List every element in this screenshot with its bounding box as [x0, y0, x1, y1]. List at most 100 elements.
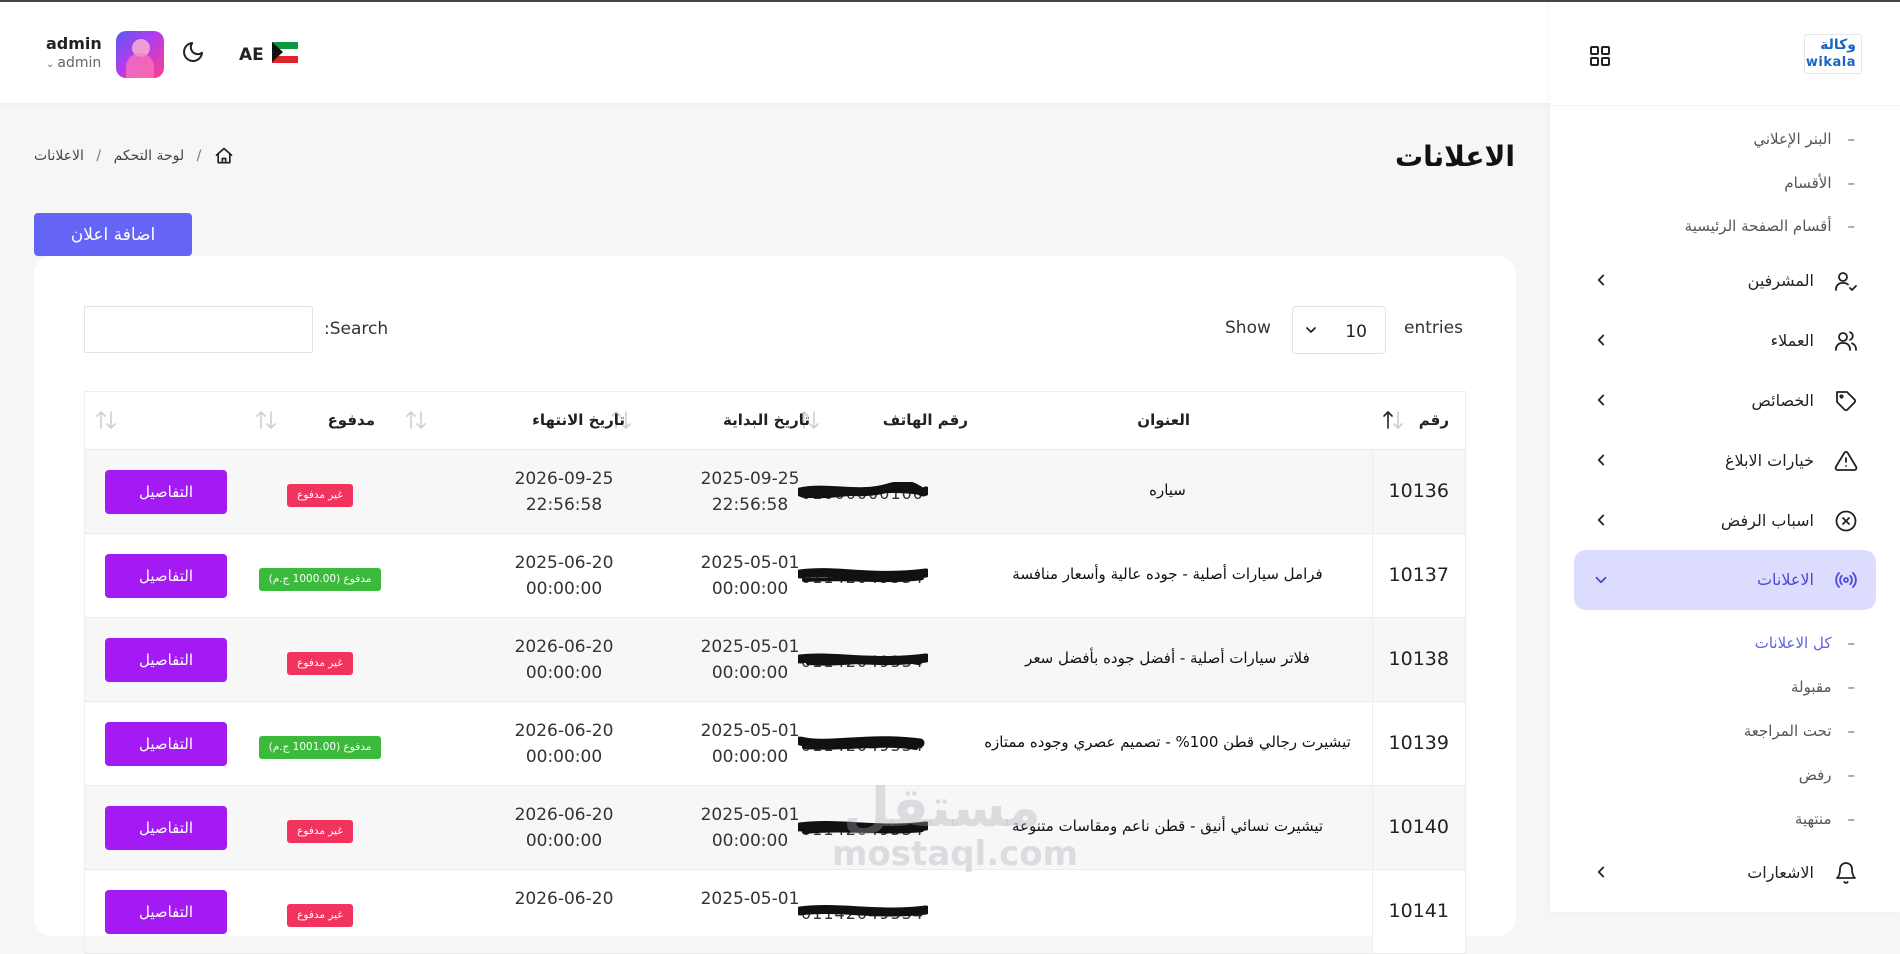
- column-header-paid[interactable]: مدفوع: [255, 392, 375, 450]
- ads-table: رقم العنوان رقم الهاتف تاريخ البداية تار…: [84, 391, 1466, 954]
- sidebar-sub-item-banner[interactable]: –البنر الإعلاني: [1753, 130, 1855, 148]
- sidebar-sub-item-rejected[interactable]: –رفض: [1799, 766, 1855, 784]
- breadcrumb-current: الاعلانات: [34, 148, 84, 164]
- sidebar-sub-item-all-ads[interactable]: –كل الاعلانات: [1755, 634, 1855, 652]
- sidebar-item-customers[interactable]: العملاء: [1574, 317, 1876, 365]
- sidebar-item-ads[interactable]: الاعلانات: [1574, 550, 1876, 610]
- breadcrumb: / لوحة التحكم / الاعلانات: [34, 146, 234, 168]
- alert-triangle-icon: [1834, 451, 1858, 471]
- status-badge: غير مدفوع: [287, 652, 353, 675]
- cell-title: فرامل سيارات أصلية - جوده عالية وأسعار م…: [1012, 565, 1323, 583]
- cell-end-date: 2025-06-20 00:00:00: [514, 553, 614, 599]
- logo[interactable]: وكالة wikala: [1804, 34, 1862, 74]
- chevron-left-icon: [1597, 274, 1605, 286]
- sidebar-sub-item-accepted[interactable]: –مقبولة: [1791, 678, 1855, 696]
- sort-icon: [1383, 411, 1403, 429]
- home-icon[interactable]: [214, 146, 234, 166]
- sidebar-item-attributes[interactable]: الخصائص: [1574, 377, 1876, 425]
- status-badge: غير مدفوع: [287, 904, 353, 927]
- cell-end-date: 2026-06-20 00:00:00: [514, 805, 614, 851]
- cell-title: تيشيرت رجالي قطن 100% - تصميم عصري وجوده…: [984, 733, 1351, 751]
- entries-select[interactable]: 10: [1292, 306, 1386, 354]
- cell-start-date: 2025-05-01 00:00:00: [700, 721, 800, 767]
- cell-start-date: 2025-05-01: [700, 889, 800, 909]
- chevron-down-icon: [1306, 327, 1316, 333]
- cell-start-date: 2025-05-01 00:00:00: [700, 637, 800, 683]
- column-header-start-date[interactable]: تاريخ البداية: [610, 392, 810, 450]
- details-button[interactable]: التفاصيل: [105, 554, 227, 598]
- details-button[interactable]: التفاصيل: [105, 470, 227, 514]
- moon-icon[interactable]: [181, 40, 205, 64]
- sort-icon[interactable]: [95, 408, 117, 432]
- bell-icon: [1836, 862, 1856, 884]
- cell-id: 10140: [1372, 786, 1465, 869]
- entries-label: entries: [1404, 318, 1463, 338]
- cell-end-date: 2026-06-20: [514, 889, 614, 909]
- x-circle-icon: [1835, 510, 1857, 532]
- details-button[interactable]: التفاصيل: [105, 722, 227, 766]
- status-badge: غير مدفوع: [287, 820, 353, 843]
- details-button[interactable]: التفاصيل: [105, 806, 227, 850]
- column-header-title[interactable]: العنوان: [965, 392, 1370, 450]
- cell-end-date: 2026-09-25 22:56:58: [514, 469, 614, 515]
- tag-icon: [1836, 391, 1857, 412]
- chevron-down-icon: [1595, 576, 1607, 584]
- sidebar-sub-item-home-sections[interactable]: –أقسام الصفحة الرئيسية: [1685, 217, 1855, 235]
- sidebar-sub-item-categories[interactable]: –الأقسام: [1784, 174, 1855, 192]
- breadcrumb-separator: /: [96, 148, 102, 164]
- language-code[interactable]: AE: [239, 45, 264, 65]
- column-header-id[interactable]: رقم: [1372, 392, 1465, 450]
- add-ad-button[interactable]: اضافة اعلان: [34, 213, 192, 256]
- status-badge: غير مدفوع: [287, 484, 353, 507]
- chevron-left-icon: [1597, 394, 1605, 406]
- sidebar-item-notifications[interactable]: الاشعارات: [1574, 849, 1876, 897]
- sort-icon: [256, 411, 276, 429]
- chevron-left-icon: [1597, 334, 1605, 346]
- chevron-left-icon: [1597, 454, 1605, 466]
- search-input[interactable]: [84, 306, 313, 353]
- table-row: 10137 فرامل سيارات أصلية - جوده عالية وأ…: [85, 534, 1465, 618]
- chevron-down-icon: ⌄: [46, 59, 55, 70]
- user-name: admin: [46, 34, 102, 53]
- sidebar-item-report-options[interactable]: خيارات الابلاغ: [1574, 437, 1876, 485]
- cell-end-date: 2026-06-20 00:00:00: [514, 721, 614, 767]
- user-check-icon: [1835, 272, 1857, 291]
- column-header-phone[interactable]: رقم الهاتف: [798, 392, 968, 450]
- sidebar-item-supervisors[interactable]: المشرفين: [1574, 257, 1876, 305]
- cell-id: 10136: [1372, 450, 1465, 533]
- breadcrumb-dashboard[interactable]: لوحة التحكم: [114, 148, 185, 164]
- avatar[interactable]: [116, 31, 164, 78]
- table-row: 10138 فلاتر سيارات أصلية - أفضل جوده بأف…: [85, 618, 1465, 702]
- sidebar: وكالة wikala –البنر الإعلاني –الأقسام –أ…: [1550, 2, 1900, 912]
- chevron-left-icon: [1597, 866, 1605, 878]
- status-badge: مدفوع (1000.00 ج.م): [259, 568, 381, 591]
- table-row: 10139 تيشيرت رجالي قطن 100% - تصميم عصري…: [85, 702, 1465, 786]
- flag-icon[interactable]: [272, 42, 298, 63]
- table-row: 10141 01142049334 2025-05-01 2026-06-20 …: [85, 870, 1465, 954]
- table-header: رقم العنوان رقم الهاتف تاريخ البداية تار…: [85, 392, 1465, 450]
- cell-title: سياره: [1149, 481, 1186, 499]
- sidebar-sub-item-expired[interactable]: –منتهية: [1795, 810, 1855, 828]
- cell-start-date: 2025-05-01 00:00:00: [700, 805, 800, 851]
- details-button[interactable]: التفاصيل: [105, 638, 227, 682]
- cell-id: 10138: [1372, 618, 1465, 701]
- cell-id: 10137: [1372, 534, 1465, 617]
- cell-start-date: 2025-05-01 00:00:00: [700, 553, 800, 599]
- top-border: [0, 0, 1900, 2]
- cell-start-date: 2025-09-25 22:56:58: [700, 469, 800, 515]
- chevron-left-icon: [1597, 514, 1605, 526]
- grid-icon[interactable]: [1588, 44, 1612, 68]
- cell-id: 10139: [1372, 702, 1465, 785]
- status-badge: مدفوع (1001.00 ج.م): [259, 736, 381, 759]
- details-button[interactable]: التفاصيل: [105, 890, 227, 934]
- cell-end-date: 2026-06-20 00:00:00: [514, 637, 614, 683]
- cell-title: تيشيرت نسائي أنيق - قطن ناعم ومقاسات متن…: [1011, 817, 1324, 835]
- user-menu[interactable]: admin ⌄ admin: [46, 34, 102, 71]
- sort-icon: [406, 411, 426, 429]
- show-label: Show: [1225, 318, 1271, 338]
- users-icon: [1835, 331, 1857, 351]
- column-header-end-date[interactable]: تاريخ الانتهاء: [405, 392, 625, 450]
- top-header: admin ⌄ admin AE: [0, 2, 1550, 103]
- sidebar-sub-item-under-review[interactable]: –تحت المراجعة: [1744, 722, 1855, 740]
- sidebar-item-rejection-reasons[interactable]: اسباب الرفض: [1574, 497, 1876, 545]
